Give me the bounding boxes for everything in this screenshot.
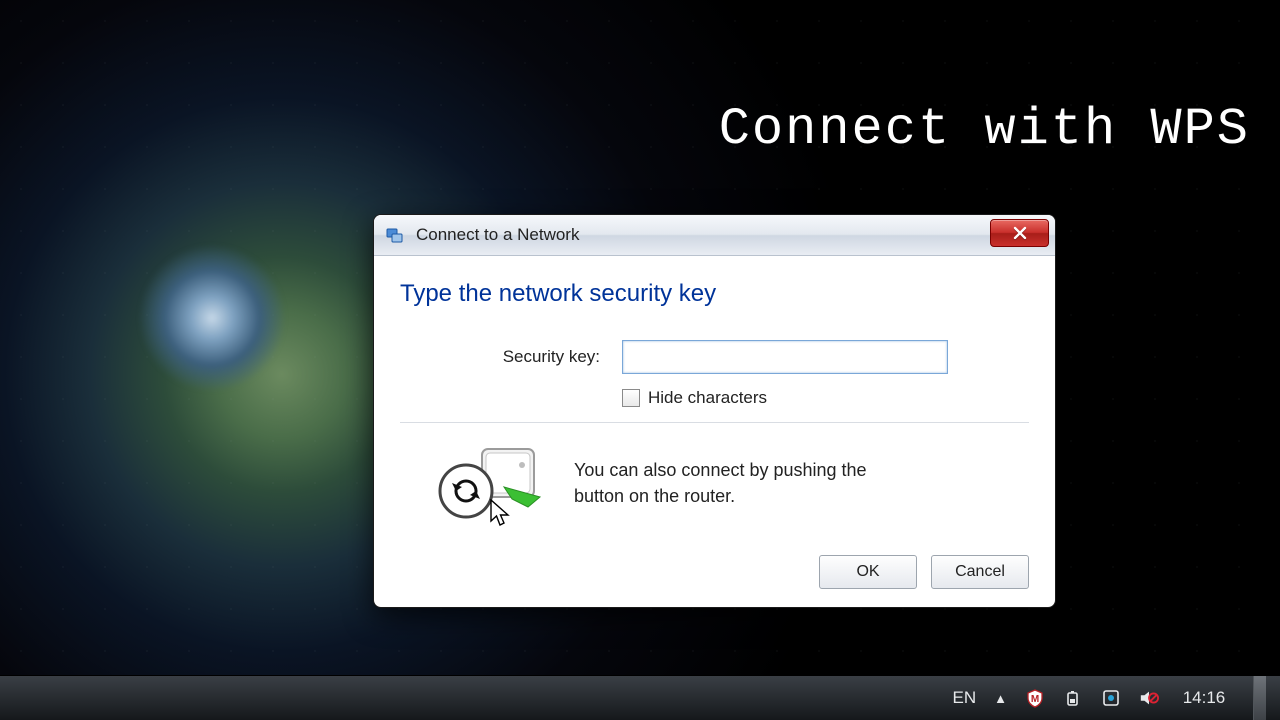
security-key-row: Security key: [400,340,1029,374]
security-key-label: Security key: [400,347,622,367]
hide-characters-row[interactable]: Hide characters [622,388,1029,408]
divider [400,422,1029,423]
volume-muted-icon[interactable] [1139,676,1159,720]
mouse-cursor-icon [490,499,512,527]
ok-button[interactable]: OK [819,555,917,589]
hide-characters-label: Hide characters [648,388,767,408]
security-key-input[interactable] [622,340,948,374]
overlay-caption: Connect with WPS [719,100,1250,159]
connect-network-dialog: Connect to a Network Type the network se… [373,214,1056,608]
hide-characters-checkbox[interactable] [622,389,640,407]
show-desktop-button[interactable] [1253,676,1266,720]
cancel-button[interactable]: Cancel [931,555,1029,589]
wps-hint-text: You can also connect by pushing the butt… [574,457,914,509]
system-tray: EN ▲ M 14:16 [939,676,1280,720]
close-button[interactable] [990,219,1049,247]
network-icon [384,224,406,246]
dialog-titlebar[interactable]: Connect to a Network [374,215,1055,256]
taskbar[interactable]: EN ▲ M 14:16 [0,675,1280,720]
tray-overflow-button[interactable]: ▲ [994,676,1007,720]
dialog-button-row: OK Cancel [400,555,1029,589]
dialog-title: Connect to a Network [416,225,579,245]
wps-router-icon [432,441,552,525]
language-indicator[interactable]: EN [953,676,977,720]
taskbar-clock[interactable]: 14:16 [1177,676,1231,720]
svg-text:M: M [1031,694,1039,705]
screen: Connect with WPS Connect to a Network Ty… [0,0,1280,720]
action-center-icon[interactable] [1101,676,1121,720]
close-icon [1013,226,1027,240]
shield-icon[interactable]: M [1025,676,1045,720]
dialog-body: Type the network security key Security k… [374,256,1055,607]
battery-icon[interactable] [1063,676,1083,720]
dialog-heading: Type the network security key [400,280,1029,308]
wps-hint-row: You can also connect by pushing the butt… [400,441,1029,533]
